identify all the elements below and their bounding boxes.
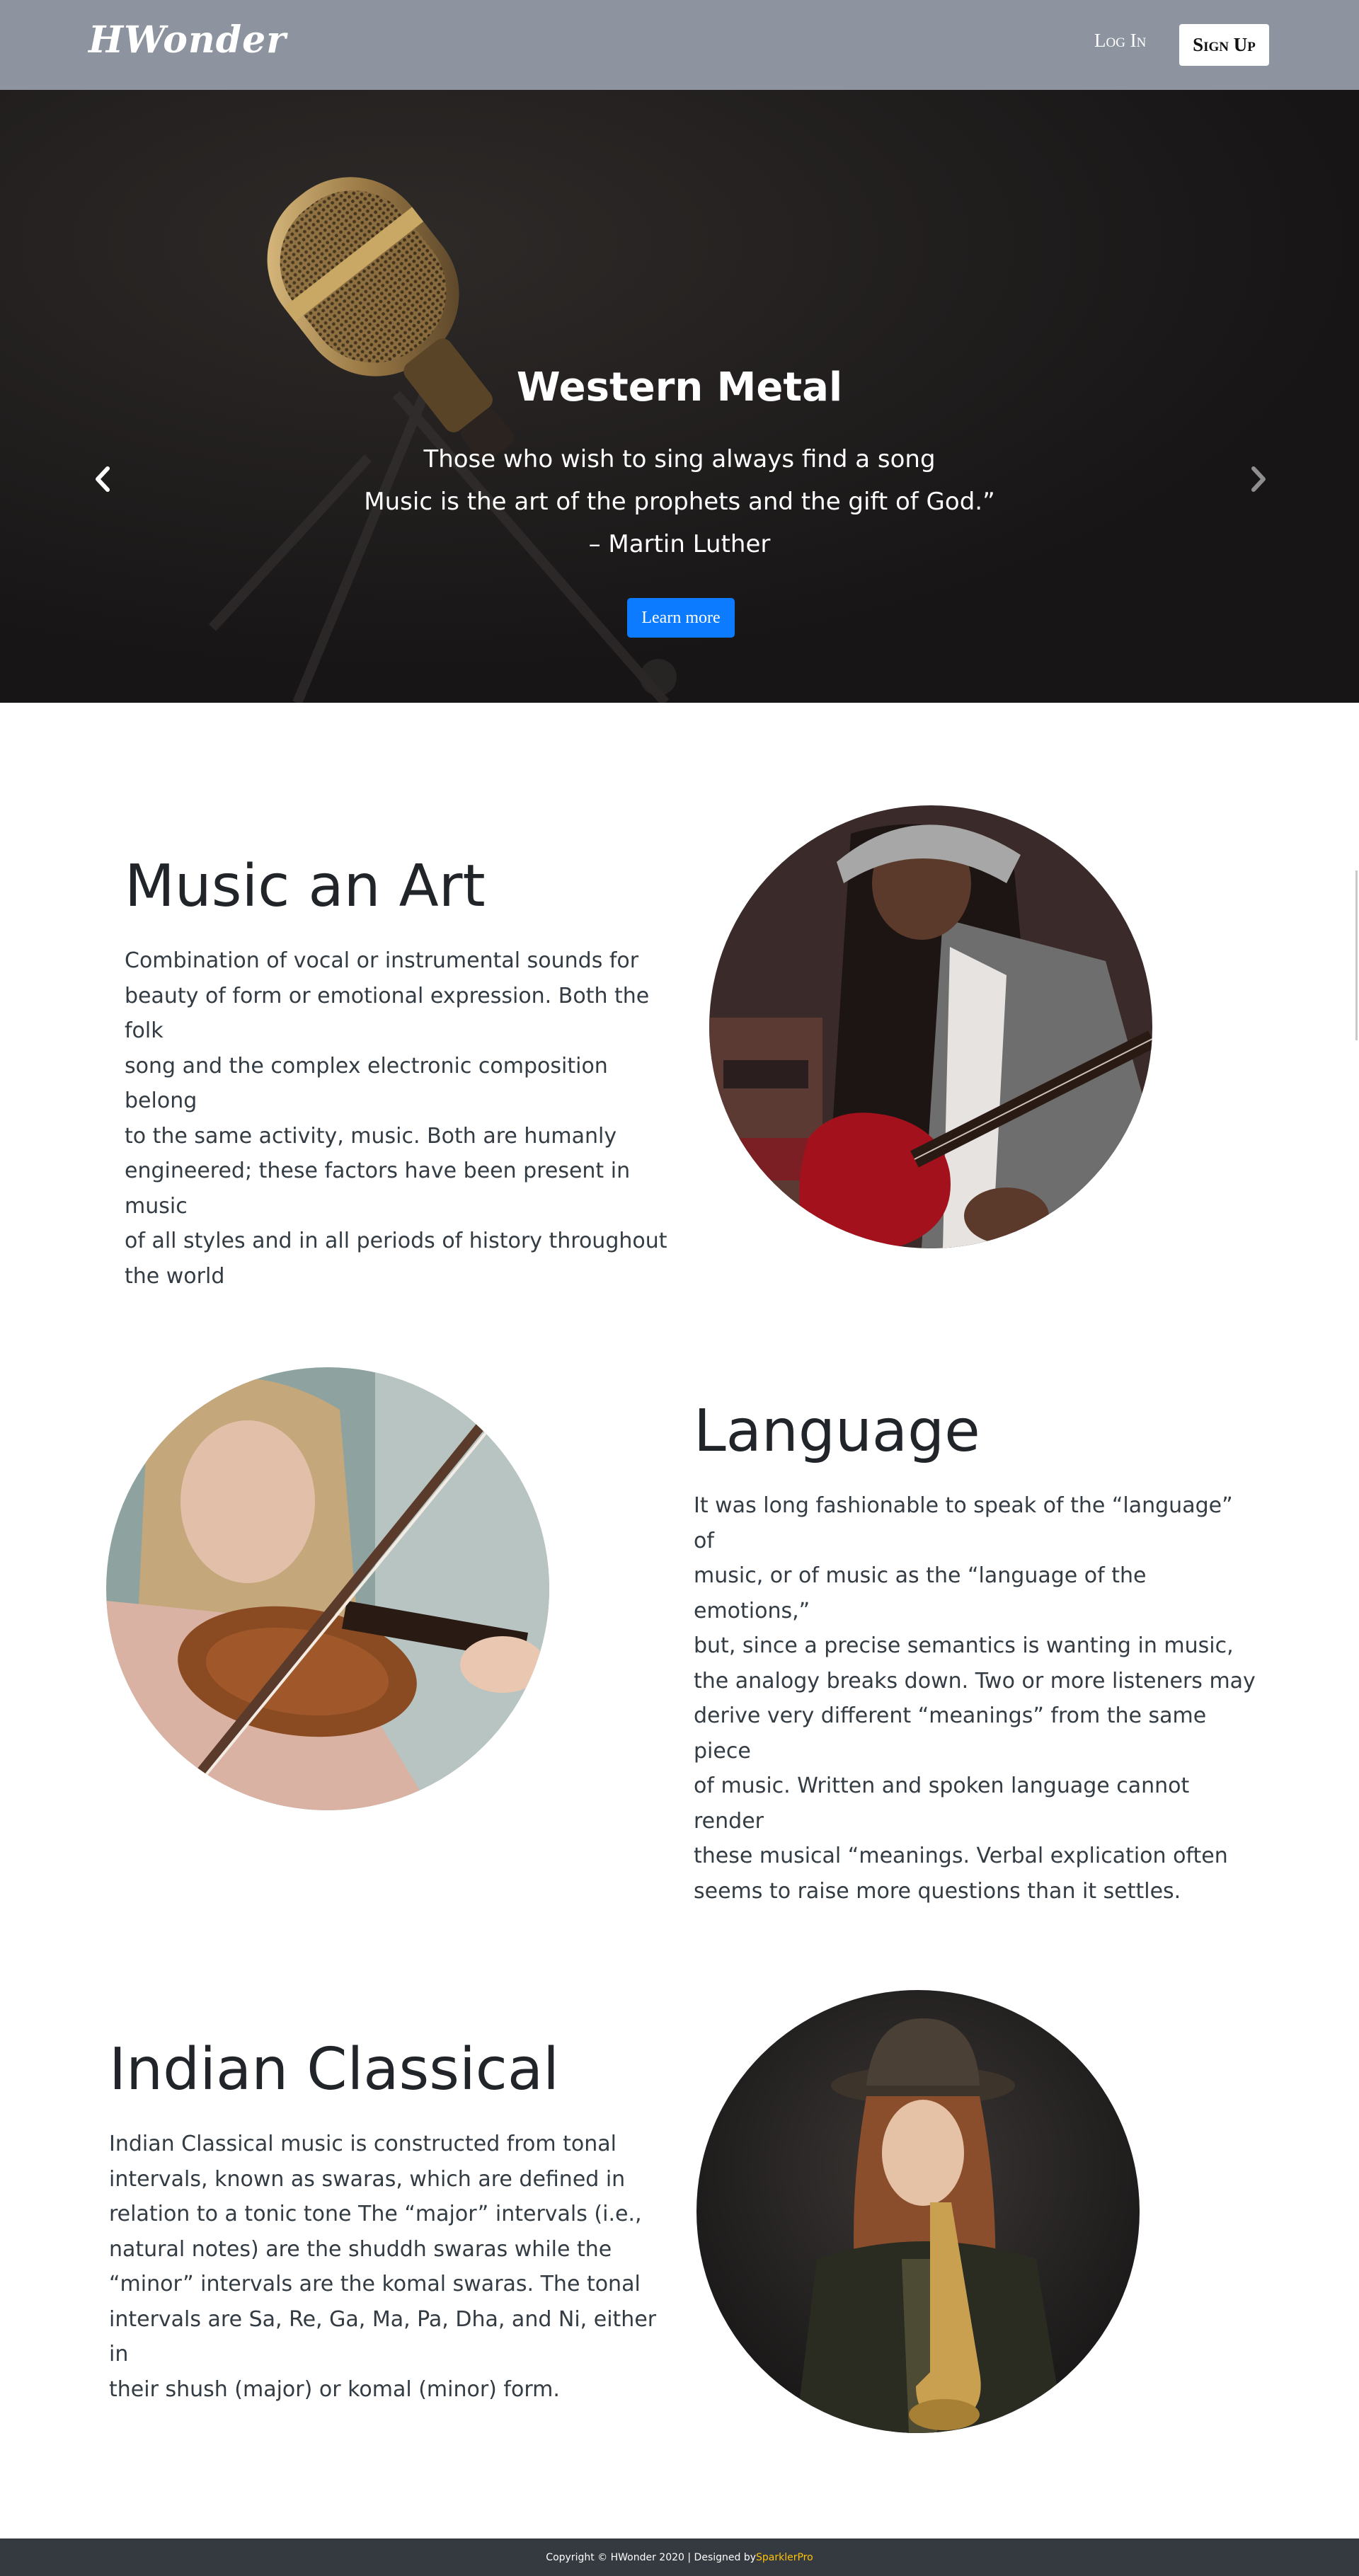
text-line: their shush (major) or komal (minor) for… bbox=[109, 2376, 560, 2402]
learn-more-button[interactable]: Learn more bbox=[627, 598, 735, 638]
text-line: “minor” intervals are the komal swaras. … bbox=[109, 2272, 641, 2296]
text-line: natural notes) are the shuddh swaras whi… bbox=[109, 2236, 612, 2262]
text-line: of all styles and in all periods of hist… bbox=[125, 1229, 667, 1253]
text-line: Combination of vocal or instrumental sou… bbox=[125, 948, 639, 973]
scrollbar-thumb[interactable] bbox=[1355, 870, 1358, 1040]
section-text-music-art: Combination of vocal or instrumental sou… bbox=[125, 943, 677, 1294]
section-text-language: It was long fashionable to speak of the … bbox=[694, 1488, 1260, 1909]
section-text-indian-classical: Indian Classical music is constructed fr… bbox=[109, 2127, 668, 2407]
text-line: engineered; these factors have been pres… bbox=[125, 1158, 631, 1219]
hero-quote-author: – Martin Luther bbox=[588, 530, 771, 558]
text-line: Indian Classical music is constructed fr… bbox=[109, 2132, 617, 2156]
text-line: seems to raise more questions than it se… bbox=[694, 1878, 1181, 1904]
carousel-next-button[interactable] bbox=[1237, 451, 1280, 507]
text-line: these musical “meanings. Verbal explicat… bbox=[694, 1844, 1228, 1868]
text-line: the world bbox=[125, 1263, 225, 1289]
text-line: derive very different “meanings” from th… bbox=[694, 1703, 1207, 1764]
text-line: song and the complex electronic composit… bbox=[125, 1053, 608, 1114]
text-line: beauty of form or emotional expression. … bbox=[125, 983, 650, 1044]
text-line: intervals are Sa, Re, Ga, Ma, Pa, Dha, a… bbox=[109, 2306, 657, 2367]
text-line: of music. Written and spoken language ca… bbox=[694, 1773, 1190, 1834]
text-line: to the same activity, music. Both are hu… bbox=[125, 1123, 617, 1149]
hero-carousel: Western Metal Those who wish to sing alw… bbox=[0, 90, 1359, 703]
footer-copyright: Copyright © HWonder 2020 | Designed by bbox=[546, 2551, 757, 2563]
section-title-language: Language bbox=[694, 1398, 980, 1465]
violinist-photo bbox=[106, 1367, 549, 1810]
guitarist-photo bbox=[709, 805, 1152, 1248]
carousel-prev-button[interactable] bbox=[81, 451, 124, 507]
text-line: intervals, known as swaras, which are de… bbox=[109, 2166, 626, 2192]
text-line: music, or of music as the “language of t… bbox=[694, 1563, 1147, 1623]
section-title-music-art: Music an Art bbox=[125, 853, 486, 920]
chevron-left-icon bbox=[96, 466, 110, 492]
login-link[interactable]: Log In bbox=[1094, 30, 1146, 52]
saxophonist-photo bbox=[696, 1990, 1140, 2433]
designer-link[interactable]: SparklerPro bbox=[756, 2552, 813, 2563]
brand-logo[interactable]: HWonder bbox=[88, 18, 287, 62]
footer: Copyright © HWonder 2020 | Designed by S… bbox=[0, 2538, 1359, 2576]
hero-quote-line: Music is the art of the prophets and the… bbox=[364, 488, 995, 516]
hero-title: Western Metal bbox=[516, 364, 843, 410]
section-title-indian-classical: Indian Classical bbox=[109, 2036, 559, 2103]
chevron-right-icon bbox=[1251, 466, 1266, 492]
signup-button[interactable]: Sign Up bbox=[1179, 24, 1269, 66]
hero-quote-line: Those who wish to sing always find a son… bbox=[423, 445, 936, 473]
text-line: It was long fashionable to speak of the … bbox=[694, 1493, 1233, 1553]
navbar: HWonder Log In Sign Up bbox=[0, 0, 1359, 90]
text-line: the analogy breaks down. Two or more lis… bbox=[694, 1668, 1256, 1694]
text-line: but, since a precise semantics is wantin… bbox=[694, 1633, 1234, 1658]
text-line: relation to a tonic tone The “major” int… bbox=[109, 2202, 642, 2226]
